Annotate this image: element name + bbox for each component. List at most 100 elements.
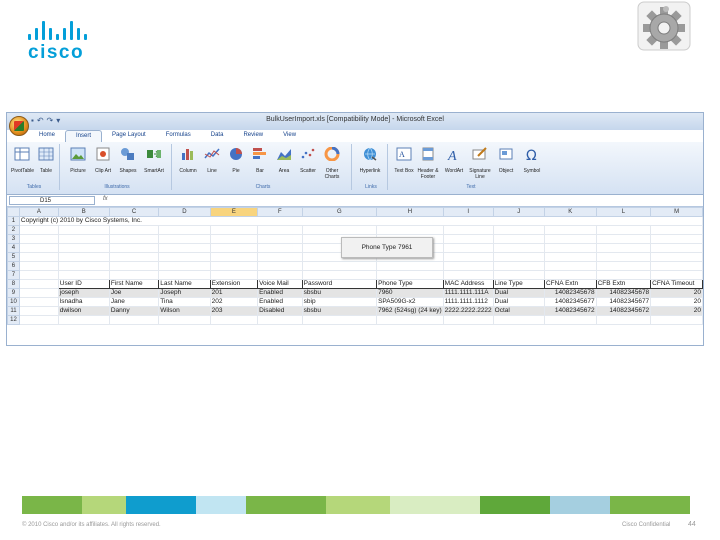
symbol-button[interactable]: Ω Symbol bbox=[521, 147, 543, 174]
cell[interactable]: Danny bbox=[108, 306, 160, 316]
cell[interactable]: SPA509G-x2 bbox=[376, 297, 444, 307]
column-header-e[interactable]: E bbox=[209, 207, 259, 217]
cell[interactable]: lsnadha bbox=[57, 297, 110, 307]
cell[interactable]: 14082345677 bbox=[595, 297, 652, 307]
cell[interactable]: 14082345672 bbox=[595, 306, 652, 316]
cell[interactable]: Tina bbox=[158, 297, 211, 307]
column-header-i[interactable]: I bbox=[442, 207, 494, 217]
row-number[interactable]: 6 bbox=[7, 261, 20, 271]
header-cfna-extn[interactable]: CFNA Extn bbox=[543, 279, 597, 289]
select-all-corner[interactable] bbox=[7, 207, 20, 217]
shapes-button[interactable]: Shapes bbox=[117, 147, 139, 174]
column-header-b[interactable]: B bbox=[57, 207, 110, 217]
header-footer-button[interactable]: Header & Footer bbox=[417, 147, 439, 180]
cell[interactable]: 20 bbox=[650, 288, 703, 298]
picture-button[interactable]: Picture bbox=[67, 147, 89, 174]
fx-icon[interactable]: fx bbox=[103, 196, 108, 202]
name-box[interactable]: D15 bbox=[9, 196, 95, 205]
tab-review[interactable]: Review bbox=[233, 130, 273, 142]
header-last-name[interactable]: Last Name bbox=[158, 279, 211, 289]
cell[interactable]: Dual bbox=[492, 288, 545, 298]
column-header-f[interactable]: F bbox=[257, 207, 303, 217]
copyright-cell[interactable]: Copyright (c) 2010 by Cisco Systems, Inc… bbox=[18, 216, 704, 226]
scatter-chart-button[interactable]: Scatter bbox=[297, 147, 319, 174]
tab-home[interactable]: Home bbox=[29, 130, 65, 142]
clip-art-button[interactable]: Clip Art bbox=[92, 147, 114, 174]
cell[interactable]: Octal bbox=[492, 306, 545, 316]
row-number[interactable]: 8 bbox=[7, 279, 20, 289]
row-number[interactable]: 7 bbox=[7, 270, 20, 280]
area-chart-button[interactable]: Area bbox=[273, 147, 295, 174]
header-phone-type[interactable]: Phone Type bbox=[376, 279, 444, 289]
cell[interactable]: 14082345677 bbox=[543, 297, 597, 307]
header-line-type[interactable]: Line Type bbox=[492, 279, 545, 289]
row-number[interactable]: 4 bbox=[7, 243, 20, 253]
cell[interactable]: sbsbu bbox=[301, 288, 378, 298]
cell[interactable]: 7960 bbox=[376, 288, 444, 298]
row-number[interactable]: 12 bbox=[7, 315, 20, 325]
phone-type-popup[interactable]: Phone Type 7961 bbox=[341, 237, 433, 258]
tab-insert[interactable]: Insert bbox=[65, 130, 103, 142]
tab-data[interactable]: Data bbox=[201, 130, 234, 142]
cell[interactable]: 7962 (524sg) (24 key) bbox=[376, 306, 444, 316]
column-header-c[interactable]: C bbox=[108, 207, 160, 217]
smartart-button[interactable]: SmartArt bbox=[143, 147, 165, 174]
header-password[interactable]: Password bbox=[301, 279, 378, 289]
row-number[interactable]: 9 bbox=[7, 288, 20, 298]
row-number[interactable]: 11 bbox=[7, 306, 20, 316]
header-voice-mail[interactable]: Voice Mail bbox=[257, 279, 303, 289]
customize-qat-icon[interactable]: ▾ bbox=[56, 116, 60, 127]
signature-line-button[interactable]: Signature Line bbox=[469, 147, 491, 180]
wordart-button[interactable]: A WordArt bbox=[443, 147, 465, 174]
header-extension[interactable]: Extension bbox=[209, 279, 259, 289]
line-chart-button[interactable]: Line bbox=[201, 147, 223, 174]
cell[interactable]: Disabled bbox=[257, 306, 303, 316]
column-header-g[interactable]: G bbox=[301, 207, 378, 217]
cell[interactable]: 20 bbox=[650, 306, 703, 316]
tab-formulas[interactable]: Formulas bbox=[156, 130, 201, 142]
row-number[interactable]: 10 bbox=[7, 297, 20, 307]
column-header-d[interactable]: D bbox=[158, 207, 211, 217]
cell[interactable]: 202 bbox=[209, 297, 259, 307]
cell[interactable]: dwilson bbox=[57, 306, 110, 316]
cell[interactable]: Enabled bbox=[257, 288, 303, 298]
row-number[interactable]: 3 bbox=[7, 234, 20, 244]
header-first-name[interactable]: First Name bbox=[108, 279, 160, 289]
header-mac-address[interactable]: MAC Address bbox=[442, 279, 494, 289]
cell[interactable]: joseph bbox=[57, 288, 110, 298]
undo-icon[interactable]: ↶ bbox=[37, 116, 44, 127]
other-charts-button[interactable]: Other Charts bbox=[321, 146, 343, 180]
tab-page-layout[interactable]: Page Layout bbox=[102, 130, 156, 142]
row-number[interactable]: 2 bbox=[7, 225, 20, 235]
column-header-l[interactable]: L bbox=[595, 207, 652, 217]
header-user-id[interactable]: User ID bbox=[57, 279, 110, 289]
cell[interactable]: Wilson bbox=[158, 306, 211, 316]
tab-view[interactable]: View bbox=[273, 130, 306, 142]
cell[interactable]: 14082345678 bbox=[543, 288, 597, 298]
cell[interactable]: 1111.1111.111A bbox=[442, 288, 494, 298]
pie-chart-button[interactable]: Pie bbox=[225, 147, 247, 174]
row-number[interactable]: 1 bbox=[7, 216, 20, 226]
cell[interactable]: 14082345678 bbox=[595, 288, 652, 298]
pivottable-button[interactable]: PivotTable bbox=[11, 147, 34, 174]
column-chart-button[interactable]: Column bbox=[177, 147, 199, 174]
cell[interactable]: Enabled bbox=[257, 297, 303, 307]
row-number[interactable]: 5 bbox=[7, 252, 20, 262]
bar-chart-button[interactable]: Bar bbox=[249, 147, 271, 174]
cell[interactable]: 2222.2222.2222 bbox=[442, 306, 494, 316]
cell[interactable]: sbip bbox=[301, 297, 378, 307]
column-header-a[interactable]: A bbox=[18, 207, 59, 217]
office-button[interactable] bbox=[9, 116, 29, 136]
cell[interactable]: 14082345672 bbox=[543, 306, 597, 316]
save-icon[interactable]: ▪ bbox=[31, 116, 34, 127]
cell[interactable]: 20 bbox=[650, 297, 703, 307]
cell[interactable]: Joe bbox=[108, 288, 160, 298]
text-box-button[interactable]: A Text Box bbox=[393, 147, 415, 174]
cell[interactable]: 201 bbox=[209, 288, 259, 298]
cell[interactable]: Jane bbox=[108, 297, 160, 307]
cell[interactable]: 203 bbox=[209, 306, 259, 316]
header-cfna-timeout[interactable]: CFNA Timeout bbox=[650, 279, 703, 289]
cell[interactable]: Joseph bbox=[158, 288, 211, 298]
redo-icon[interactable]: ↷ bbox=[47, 116, 54, 127]
hyperlink-button[interactable]: Hyperlink bbox=[359, 147, 381, 174]
